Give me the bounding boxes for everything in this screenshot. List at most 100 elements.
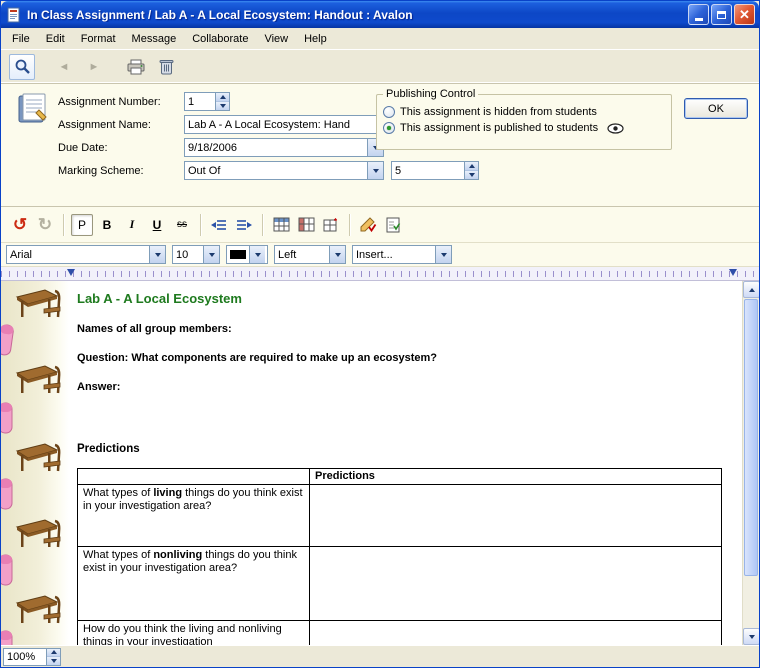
insert-cell-button[interactable]: *	[320, 214, 342, 236]
assignment-number-stepper[interactable]: 1	[184, 92, 230, 111]
assignment-number-label: Assignment Number:	[58, 96, 161, 108]
close-button[interactable]: ✕	[734, 4, 755, 25]
marking-scheme-value: Out Of	[185, 165, 367, 177]
menu-file[interactable]: File	[4, 30, 38, 48]
app-window: In Class Assignment / Lab A - A Local Ec…	[0, 0, 760, 668]
undo-button[interactable]: ↺	[9, 214, 31, 236]
font-color-select[interactable]	[226, 245, 268, 264]
strikethrough-button[interactable]: ss	[171, 214, 193, 236]
published-radio[interactable]	[383, 122, 395, 134]
indent-icon	[235, 218, 253, 232]
right-margin-marker[interactable]	[729, 269, 737, 276]
insert-table-button[interactable]	[270, 214, 292, 236]
marking-scheme-dropdown-arrow-icon[interactable]	[367, 162, 383, 179]
underline-label: U	[153, 218, 162, 232]
menu-collaborate[interactable]: Collaborate	[184, 30, 256, 48]
hidden-radio[interactable]	[383, 106, 395, 118]
font-family-arrow-icon[interactable]	[149, 246, 165, 263]
search-button[interactable]	[9, 54, 35, 80]
trash-icon	[159, 58, 174, 75]
scroll-down-button[interactable]	[743, 628, 759, 645]
app-icon	[6, 7, 22, 23]
menu-edit[interactable]: Edit	[38, 30, 73, 48]
question-cell[interactable]: What types of living things do you think…	[78, 485, 310, 547]
redo-button: ↻	[34, 214, 56, 236]
title-bar[interactable]: In Class Assignment / Lab A - A Local Ec…	[1, 1, 759, 28]
checklist-button[interactable]	[382, 214, 404, 236]
maximize-button[interactable]	[711, 4, 732, 25]
zoom-control[interactable]: 100%	[3, 648, 61, 666]
outdent-button[interactable]	[208, 214, 230, 236]
print-button[interactable]	[123, 54, 149, 80]
points-up-button[interactable]	[465, 162, 478, 171]
menu-view[interactable]: View	[256, 30, 296, 48]
minimize-icon	[695, 18, 703, 21]
font-family-value: Arial	[7, 249, 149, 261]
menu-help[interactable]: Help	[296, 30, 335, 48]
font-size-select[interactable]: 10	[172, 245, 220, 264]
minimize-button[interactable]	[688, 4, 709, 25]
alignment-arrow-icon[interactable]	[329, 246, 345, 263]
assignment-name-label: Assignment Name:	[58, 119, 151, 131]
insert-select[interactable]: Insert...	[352, 245, 452, 264]
document-title: Lab A - A Local Ecosystem	[77, 291, 742, 306]
paragraph-style-button[interactable]: P	[71, 214, 93, 236]
insert-table-icon	[273, 217, 290, 232]
number-down-button[interactable]	[216, 102, 229, 110]
predictions-heading: Predictions	[77, 443, 742, 455]
document-editor[interactable]: Lab A - A Local Ecosystem Names of all g…	[69, 281, 742, 645]
underline-button[interactable]: U	[146, 214, 168, 236]
answer-line: Answer:	[77, 381, 742, 393]
marking-points-stepper[interactable]: 5	[391, 161, 479, 180]
assignment-name-field[interactable]	[184, 115, 384, 134]
insert-arrow-icon[interactable]	[435, 246, 451, 263]
cell-bold-word: living	[153, 487, 182, 499]
italic-button[interactable]: I	[121, 214, 143, 236]
predictions-table: Predictions What types of living things …	[77, 468, 722, 645]
scroll-thumb[interactable]	[744, 299, 758, 576]
left-margin-marker[interactable]	[67, 269, 75, 276]
outdent-icon	[210, 218, 228, 232]
font-size-arrow-icon[interactable]	[203, 246, 219, 263]
due-date-select[interactable]: 9/18/2006	[184, 138, 384, 157]
eraser-clipart	[1, 553, 16, 587]
alignment-select[interactable]: Left	[274, 245, 346, 264]
scroll-up-icon	[749, 288, 755, 292]
insert-rows-icon	[298, 217, 315, 232]
marking-scheme-select[interactable]: Out Of	[184, 161, 384, 180]
redo-icon: ↻	[38, 215, 52, 235]
editor-toolbar: ↺ ↻ P B I U ss *	[1, 207, 759, 243]
marking-points-value: 5	[392, 165, 464, 177]
menu-message[interactable]: Message	[124, 30, 185, 48]
answer-cell[interactable]	[310, 621, 722, 646]
hidden-radio-label: This assignment is hidden from students	[400, 106, 597, 118]
insert-rows-button[interactable]	[295, 214, 317, 236]
answer-cell[interactable]	[310, 485, 722, 547]
checklist-icon	[385, 217, 401, 233]
question-cell[interactable]: What types of nonliving things do you th…	[78, 547, 310, 621]
zoom-up-button[interactable]	[47, 649, 60, 658]
menu-format[interactable]: Format	[73, 30, 124, 48]
publishing-option-published[interactable]: This assignment is published to students	[383, 122, 665, 134]
delete-button[interactable]	[153, 54, 179, 80]
alignment-value: Left	[275, 249, 329, 261]
zoom-down-button[interactable]	[47, 657, 60, 665]
published-radio-label: This assignment is published to students	[400, 122, 598, 134]
bold-button[interactable]: B	[96, 214, 118, 236]
scroll-up-button[interactable]	[743, 281, 759, 298]
insert-value: Insert...	[353, 249, 435, 261]
due-date-value: 9/18/2006	[185, 142, 367, 154]
ok-button[interactable]: OK	[684, 98, 748, 119]
points-down-button[interactable]	[465, 171, 478, 179]
number-up-button[interactable]	[216, 93, 229, 102]
vertical-scrollbar[interactable]	[742, 281, 759, 645]
desk-clipart	[15, 439, 61, 477]
question-cell[interactable]: How do you think the living and nonlivin…	[78, 621, 310, 646]
indent-button[interactable]	[233, 214, 255, 236]
spellcheck-button[interactable]	[357, 214, 379, 236]
answer-cell[interactable]	[310, 547, 722, 621]
font-color-arrow-icon[interactable]	[249, 246, 265, 263]
publishing-option-hidden[interactable]: This assignment is hidden from students	[383, 106, 665, 118]
header-cell-predictions: Predictions	[310, 469, 722, 485]
font-family-select[interactable]: Arial	[6, 245, 166, 264]
